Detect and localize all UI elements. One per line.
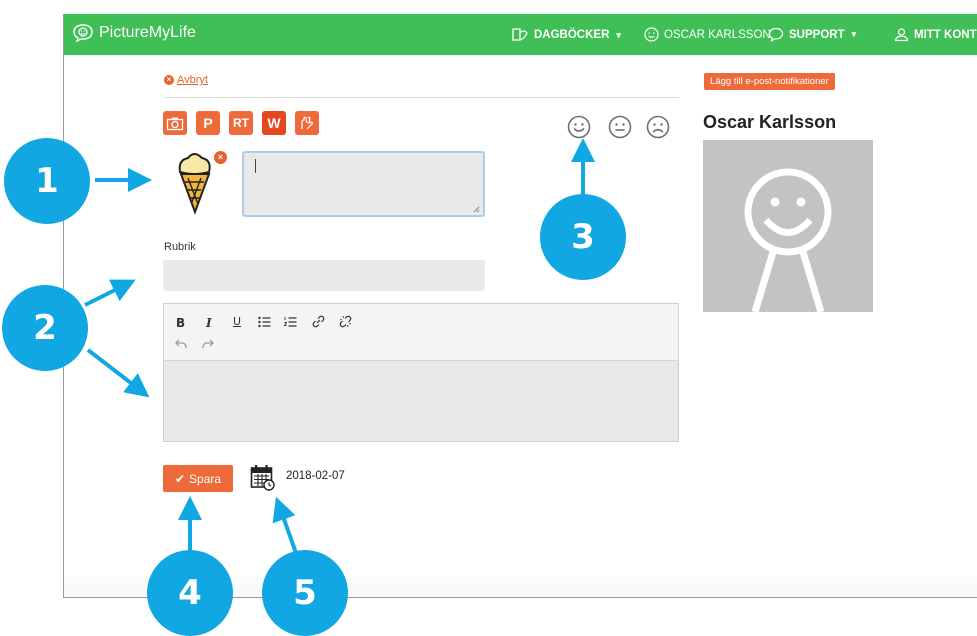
callout-4: 4 xyxy=(147,550,233,636)
arrow-5 xyxy=(272,496,298,554)
arrow-2-lower xyxy=(86,348,150,398)
annotation-arrows xyxy=(84,138,595,554)
callout-2: 2 xyxy=(2,285,88,371)
callout-1: 1 xyxy=(4,138,90,224)
callout-3: 3 xyxy=(540,194,626,280)
arrow-2-upper xyxy=(84,279,136,307)
callout-5: 5 xyxy=(262,550,348,636)
